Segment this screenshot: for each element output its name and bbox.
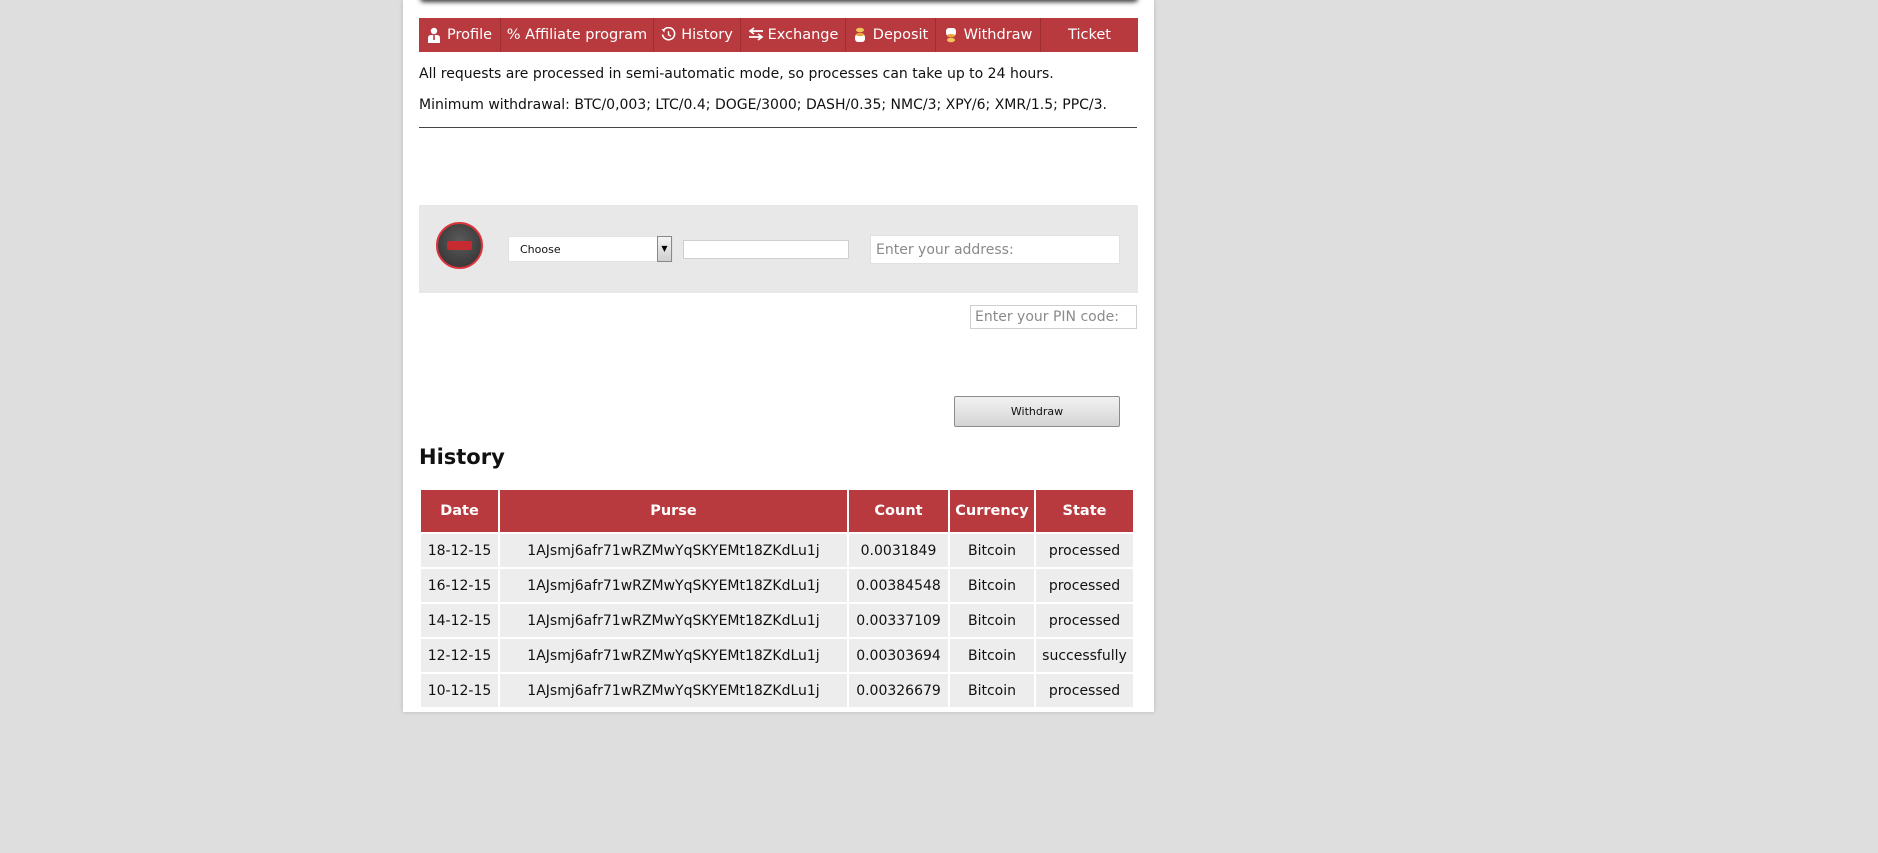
nav-history[interactable]: History — [654, 18, 741, 52]
cell-currency: Bitcoin — [950, 569, 1034, 602]
cell-purse: 1AJsmj6afr71wRZMwYqSKYEMt18ZKdLu1j — [500, 604, 847, 637]
nav-profile-label: Profile — [446, 27, 493, 43]
table-row: 10-12-15 1AJsmj6afr71wRZMwYqSKYEMt18ZKdL… — [421, 674, 1133, 707]
nav-ticket[interactable]: Ticket — [1041, 18, 1138, 52]
main-nav: Profile % Affiliate program History Exch… — [419, 18, 1138, 52]
cell-purse: 1AJsmj6afr71wRZMwYqSKYEMt18ZKdLu1j — [500, 674, 847, 707]
cell-count: 0.0031849 — [849, 534, 948, 567]
nav-withdraw[interactable]: Withdraw — [936, 18, 1041, 52]
cell-currency: Bitcoin — [950, 639, 1034, 672]
coin-stack-icon — [853, 27, 868, 43]
nav-affiliate[interactable]: % Affiliate program — [501, 18, 654, 52]
amount-input[interactable] — [683, 240, 849, 259]
column-header-currency: Currency — [950, 490, 1034, 532]
chevron-down-icon[interactable]: ▼ — [657, 236, 672, 262]
table-row: 16-12-15 1AJsmj6afr71wRZMwYqSKYEMt18ZKdL… — [421, 569, 1133, 602]
nav-affiliate-label: % Affiliate program — [506, 27, 648, 43]
pin-input[interactable] — [970, 305, 1137, 329]
nav-history-label: History — [681, 27, 733, 43]
withdraw-form: Choose ▼ — [419, 205, 1138, 293]
person-icon — [427, 27, 442, 43]
cell-date: 16-12-15 — [421, 569, 498, 602]
coin-stack-icon — [944, 27, 959, 43]
cell-state: successfully — [1036, 639, 1133, 672]
divider — [419, 127, 1137, 128]
cell-state: processed — [1036, 534, 1133, 567]
cell-date: 10-12-15 — [421, 674, 498, 707]
column-header-date: Date — [421, 490, 498, 532]
currency-logo — [436, 222, 483, 269]
cell-purse: 1AJsmj6afr71wRZMwYqSKYEMt18ZKdLu1j — [500, 569, 847, 602]
nav-exchange[interactable]: Exchange — [741, 18, 846, 52]
cell-state: processed — [1036, 604, 1133, 637]
nav-ticket-label: Ticket — [1068, 27, 1111, 43]
currency-select[interactable]: Choose ▼ — [508, 236, 673, 262]
processing-notice: All requests are processed in semi-autom… — [419, 66, 1054, 82]
table-row: 18-12-15 1AJsmj6afr71wRZMwYqSKYEMt18ZKdL… — [421, 534, 1133, 567]
table-row: 14-12-15 1AJsmj6afr71wRZMwYqSKYEMt18ZKdL… — [421, 604, 1133, 637]
table-header-row: Date Purse Count Currency State — [421, 490, 1133, 532]
nav-deposit[interactable]: Deposit — [846, 18, 936, 52]
cell-count: 0.00326679 — [849, 674, 948, 707]
cell-date: 12-12-15 — [421, 639, 498, 672]
exchange-arrows-icon — [748, 27, 763, 43]
history-icon — [661, 26, 676, 43]
content-panel: Profile % Affiliate program History Exch… — [403, 0, 1154, 712]
nav-deposit-label: Deposit — [872, 27, 929, 43]
cell-currency: Bitcoin — [950, 674, 1034, 707]
cell-count: 0.00303694 — [849, 639, 948, 672]
column-header-count: Count — [849, 490, 948, 532]
address-input[interactable] — [870, 235, 1120, 264]
currency-select-value: Choose — [520, 243, 561, 256]
cell-date: 18-12-15 — [421, 534, 498, 567]
history-heading: History — [419, 445, 505, 469]
table-row: 12-12-15 1AJsmj6afr71wRZMwYqSKYEMt18ZKdL… — [421, 639, 1133, 672]
nav-withdraw-label: Withdraw — [963, 27, 1033, 43]
cell-currency: Bitcoin — [950, 604, 1034, 637]
cell-count: 0.00384548 — [849, 569, 948, 602]
cell-state: processed — [1036, 674, 1133, 707]
withdraw-button[interactable]: Withdraw — [954, 396, 1120, 427]
cell-date: 14-12-15 — [421, 604, 498, 637]
nav-exchange-label: Exchange — [767, 27, 839, 43]
cell-purse: 1AJsmj6afr71wRZMwYqSKYEMt18ZKdLu1j — [500, 534, 847, 567]
cell-state: processed — [1036, 569, 1133, 602]
currency-logo-mark — [447, 241, 472, 250]
column-header-state: State — [1036, 490, 1133, 532]
history-table: Date Purse Count Currency State 18-12-15… — [419, 488, 1135, 709]
cell-purse: 1AJsmj6afr71wRZMwYqSKYEMt18ZKdLu1j — [500, 639, 847, 672]
cell-currency: Bitcoin — [950, 534, 1034, 567]
column-header-purse: Purse — [500, 490, 847, 532]
minimum-withdrawal-notice: Minimum withdrawal: BTC/0,003; LTC/0.4; … — [419, 97, 1107, 113]
cell-count: 0.00337109 — [849, 604, 948, 637]
nav-profile[interactable]: Profile — [419, 18, 501, 52]
